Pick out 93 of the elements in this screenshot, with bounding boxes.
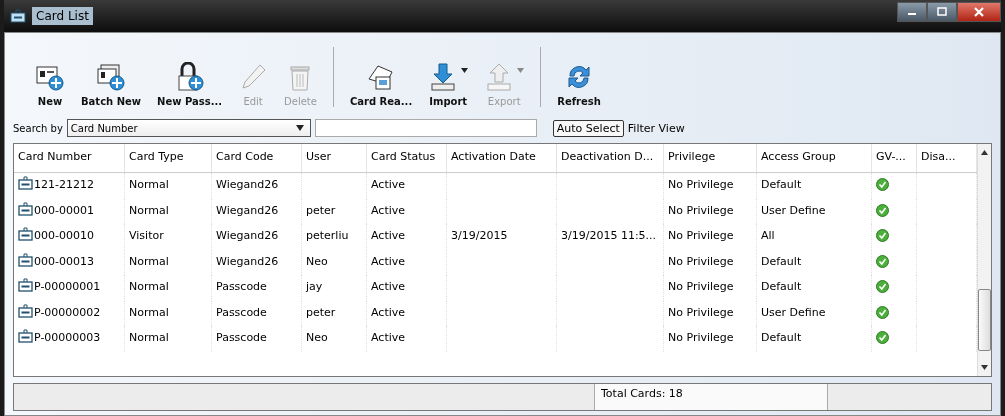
- column-header[interactable]: Card Type: [125, 144, 212, 172]
- close-button[interactable]: [957, 2, 1001, 22]
- table-cell: Default: [757, 249, 872, 275]
- table-cell: No Privilege: [664, 275, 757, 301]
- card-icon: [10, 9, 26, 23]
- close-icon: [973, 7, 985, 17]
- table-cell: Active: [367, 198, 447, 224]
- table-cell: User Define: [757, 300, 872, 326]
- toolbar-button[interactable]: New Pass...: [151, 41, 229, 113]
- table-cell: 3/19/2015 11:5...: [557, 224, 664, 250]
- table-cell: No Privilege: [664, 326, 757, 352]
- table-cell: No Privilege: [664, 173, 757, 199]
- card-icon: [18, 227, 33, 241]
- table-cell: User Define: [757, 198, 872, 224]
- table-cell-text: P-00000002: [34, 304, 101, 319]
- table-cell-text: 000-00013: [34, 253, 94, 268]
- table-cell: Wiegand26: [212, 249, 302, 275]
- table-cell: Visitor: [125, 224, 212, 250]
- table-cell: Normal: [125, 300, 212, 326]
- table-cell: Passcode: [212, 326, 302, 352]
- card-icon: [18, 201, 33, 216]
- table-cell: Active: [367, 326, 447, 352]
- card-icon: [18, 278, 33, 292]
- table-cell: Wiegand26: [212, 198, 302, 224]
- table-cell: No Privilege: [664, 224, 757, 250]
- table-cell: Neo: [302, 249, 367, 275]
- card-icon: [18, 176, 33, 190]
- table-cell: Normal: [125, 249, 212, 275]
- table-cell: Default: [757, 173, 872, 199]
- table-cell: Default: [757, 326, 872, 352]
- table-cell: Neo: [302, 326, 367, 352]
- search-label: Search by: [13, 122, 63, 134]
- caret-icon: [295, 125, 304, 131]
- table-cell-text: P-00000003: [34, 330, 101, 344]
- column-header[interactable]: GV-...: [872, 144, 917, 172]
- table-cell: Active: [367, 224, 447, 250]
- scroll-down-icon[interactable]: [981, 365, 988, 370]
- table-cell: peterliu: [302, 224, 367, 250]
- scroll-thumb[interactable]: [978, 289, 991, 351]
- table-cell: peter: [302, 198, 367, 224]
- toolbar-button[interactable]: Batch New: [75, 41, 148, 113]
- auto-select-button[interactable]: Auto Select: [552, 119, 624, 137]
- column-header[interactable]: Deactivation D...: [557, 144, 664, 172]
- scrollbar[interactable]: [977, 144, 991, 376]
- table-cell: 3/19/2015: [447, 224, 557, 250]
- card-icon: [18, 329, 33, 343]
- toolbar-button[interactable]: Card Rea...: [343, 41, 419, 113]
- column-header[interactable]: Card Status: [367, 144, 447, 172]
- table-cell: Normal: [125, 275, 212, 301]
- table-cell: Active: [367, 173, 447, 199]
- table-cell: jay: [302, 275, 367, 301]
- add-cards-icon: [96, 64, 127, 92]
- table-cell: Wiegand26: [212, 173, 302, 199]
- table-cell: No Privilege: [664, 198, 757, 224]
- table-cell: Active: [367, 275, 447, 301]
- table-cell: Active: [367, 249, 447, 275]
- card-icon: [18, 252, 33, 267]
- table-cell-text: 000-00001: [34, 202, 94, 217]
- maximize-icon: [936, 7, 948, 17]
- search-by-dropdown[interactable]: Card Number: [66, 119, 311, 137]
- add-card-icon: [35, 64, 65, 92]
- table-cell: peter: [302, 300, 367, 326]
- table-cell: No Privilege: [664, 249, 757, 275]
- column-header[interactable]: Activation Date: [447, 144, 557, 172]
- table-cell: No Privilege: [664, 300, 757, 326]
- table-cell: Normal: [125, 198, 212, 224]
- search-field[interactable]: [314, 119, 537, 137]
- column-header[interactable]: Card Number: [14, 144, 125, 172]
- scroll-up-icon[interactable]: [981, 150, 988, 155]
- table-cell-text: P-00000001: [34, 279, 101, 293]
- table-cell: Passcode: [212, 300, 302, 326]
- table-cell: Default: [757, 275, 872, 301]
- column-header[interactable]: Access Group: [757, 144, 872, 172]
- table-cell: Passcode: [212, 275, 302, 301]
- total-cards-text: Total Cards: 18: [601, 387, 683, 400]
- column-header[interactable]: Card Code: [212, 144, 302, 172]
- window-title: Card List: [32, 7, 93, 25]
- table-cell-text: 000-00010: [34, 228, 94, 242]
- table-cell: Active: [367, 300, 447, 326]
- column-header[interactable]: Privilege: [664, 144, 757, 172]
- toolbar-button[interactable]: Refresh: [551, 41, 607, 113]
- table-cell-text: 121-21212: [34, 177, 94, 191]
- toolbar-button[interactable]: New: [29, 41, 71, 113]
- maximize-button[interactable]: [927, 2, 957, 22]
- table-cell: Normal: [125, 173, 212, 199]
- column-header[interactable]: User: [302, 144, 367, 172]
- minimize-button[interactable]: [897, 2, 927, 22]
- toolbar-button[interactable]: Import: [422, 41, 475, 113]
- table-cell: All: [757, 224, 872, 250]
- table-cell: Normal: [125, 326, 212, 352]
- filter-view-link[interactable]: Filter View: [627, 121, 685, 135]
- card-icon: [18, 303, 33, 318]
- table-cell: Wiegand26: [212, 224, 302, 250]
